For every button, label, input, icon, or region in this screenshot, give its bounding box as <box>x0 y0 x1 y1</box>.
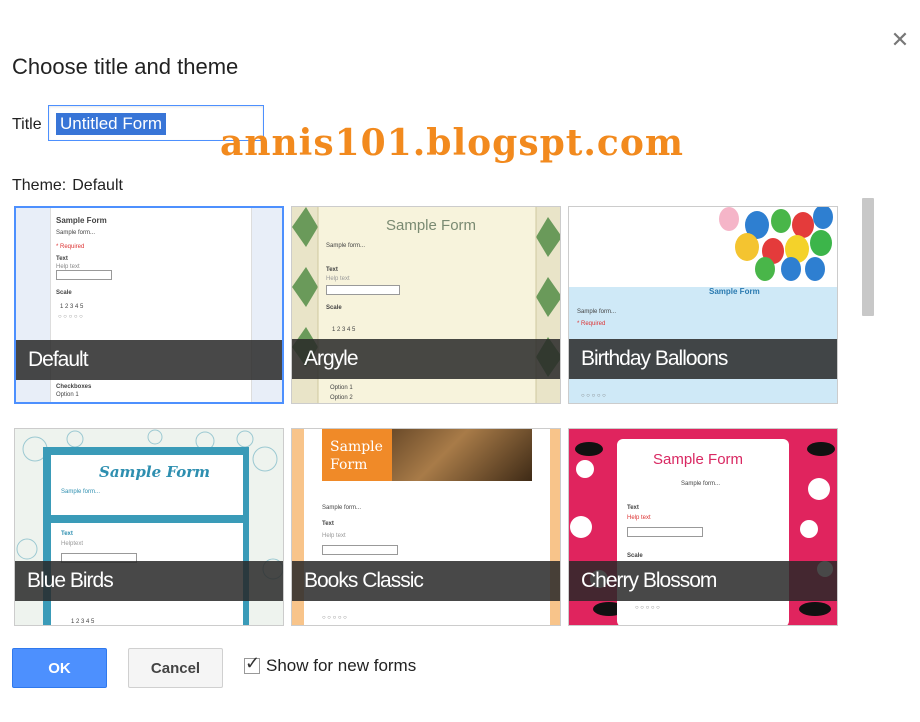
books-preview-title-2: Form <box>330 457 368 473</box>
theme-tile-books-classic[interactable]: Sample Form Sample form... Text Help tex… <box>291 428 561 626</box>
cherry-preview-help: Help text <box>627 515 651 521</box>
show-for-new-forms-checkbox[interactable]: ✓ <box>244 653 260 674</box>
balloons-preview-scale-circles: ○ ○ ○ ○ ○ <box>581 393 606 399</box>
cherry-preview-scale: Scale <box>627 553 643 559</box>
bluebirds-preview-text: Text <box>61 531 73 537</box>
watermark: annis101.blogspt.com <box>220 122 684 164</box>
argyle-preview-option1: Option 1 <box>330 385 353 391</box>
theme-tile-label: Birthday Balloons <box>569 339 837 379</box>
cherry-preview-input <box>627 527 703 537</box>
cancel-button[interactable]: Cancel <box>128 648 223 688</box>
argyle-preview-title: Sample Form <box>386 217 477 234</box>
close-icon[interactable]: ✕ <box>888 28 912 52</box>
argyle-preview-scale-nums: 1 2 3 4 5 <box>332 327 356 333</box>
theme-tile-default[interactable]: Sample Form Sample form... * Required Te… <box>14 206 284 404</box>
dialog-title: Choose title and theme <box>12 54 239 79</box>
theme-tile-label: Default <box>16 340 282 380</box>
argyle-preview-text: Text <box>326 267 338 273</box>
default-preview-option: Option 1 <box>56 392 79 398</box>
cherry-preview-desc: Sample form... <box>681 481 721 487</box>
bluebirds-preview-help: Helptext <box>61 541 84 547</box>
default-preview-scale: Scale <box>56 290 72 296</box>
default-preview-text-label: Text <box>56 256 68 262</box>
books-preview-scale-circles: ○ ○ ○ ○ ○ <box>322 615 347 621</box>
bluebirds-preview-scale-nums: 1 2 3 4 5 <box>71 619 95 625</box>
theme-tile-blue-birds[interactable]: Sample Form Sample form... Text Helptext… <box>14 428 284 626</box>
theme-tile-label: Cherry Blossom <box>569 561 837 601</box>
argyle-preview-desc: Sample form... <box>326 243 366 249</box>
argyle-preview-option2: Option 2 <box>330 395 353 401</box>
default-preview-input <box>56 270 112 280</box>
argyle-preview-help: Help text <box>326 276 350 282</box>
scrollbar-thumb[interactable] <box>862 198 874 316</box>
show-for-new-forms: ✓ Show for new forms <box>244 653 416 676</box>
balloons-preview-required: * Required <box>577 321 606 327</box>
books-preview-desc: Sample form... <box>322 505 362 511</box>
argyle-preview-input <box>326 285 400 295</box>
cherry-preview-scale-circles: ○ ○ ○ ○ ○ <box>635 605 660 611</box>
theme-label: Theme: Default <box>12 177 123 195</box>
default-preview-title: Sample Form <box>56 216 107 225</box>
balloons-icon <box>719 207 833 281</box>
books-preview-input <box>322 545 398 555</box>
balloons-preview-desc: Sample form... <box>577 309 617 315</box>
bluebirds-preview-desc: Sample form... <box>61 489 101 495</box>
default-preview-desc: Sample form... <box>56 230 96 236</box>
title-label: Title <box>12 116 42 133</box>
default-preview-checkboxes: Checkboxes <box>56 384 92 390</box>
default-preview-scale-nums: 1 2 3 4 5 <box>60 304 84 310</box>
theme-current-name: Default <box>72 177 123 194</box>
books-preview-text: Text <box>322 521 334 527</box>
argyle-preview-scale: Scale <box>326 305 342 311</box>
theme-grid: Sample Form Sample form... * Required Te… <box>14 206 838 628</box>
books-preview-help: Help text <box>322 533 346 539</box>
theme-label-prefix: Theme: <box>12 177 67 194</box>
theme-tile-birthday-balloons[interactable]: Sample Form Sample form... * Required ○ … <box>568 206 838 404</box>
show-for-new-forms-label[interactable]: Show for new forms <box>266 656 416 676</box>
theme-tile-label: Books Classic <box>292 561 560 601</box>
books-preview-title-1: Sample <box>330 439 383 455</box>
theme-tile-label: Argyle <box>292 339 560 379</box>
theme-tile-argyle[interactable]: Sample Form Sample form... Text Help tex… <box>291 206 561 404</box>
ok-button[interactable]: OK <box>12 648 107 688</box>
default-preview-required: * Required <box>56 244 85 250</box>
cherry-preview-text: Text <box>627 505 639 511</box>
default-preview-scale-circles: ○ ○ ○ ○ ○ <box>58 314 83 320</box>
bluebirds-preview-title: Sample Form <box>99 463 210 481</box>
theme-tile-cherry-blossom[interactable]: Sample Form Sample form... Text Help tex… <box>568 428 838 626</box>
balloons-preview-title: Sample Form <box>709 287 760 296</box>
theme-tile-label: Blue Birds <box>15 561 283 601</box>
check-icon: ✓ <box>245 653 261 673</box>
books-header-image <box>392 429 532 481</box>
cherry-preview-title: Sample Form <box>653 451 744 468</box>
books-header-left <box>322 429 392 481</box>
